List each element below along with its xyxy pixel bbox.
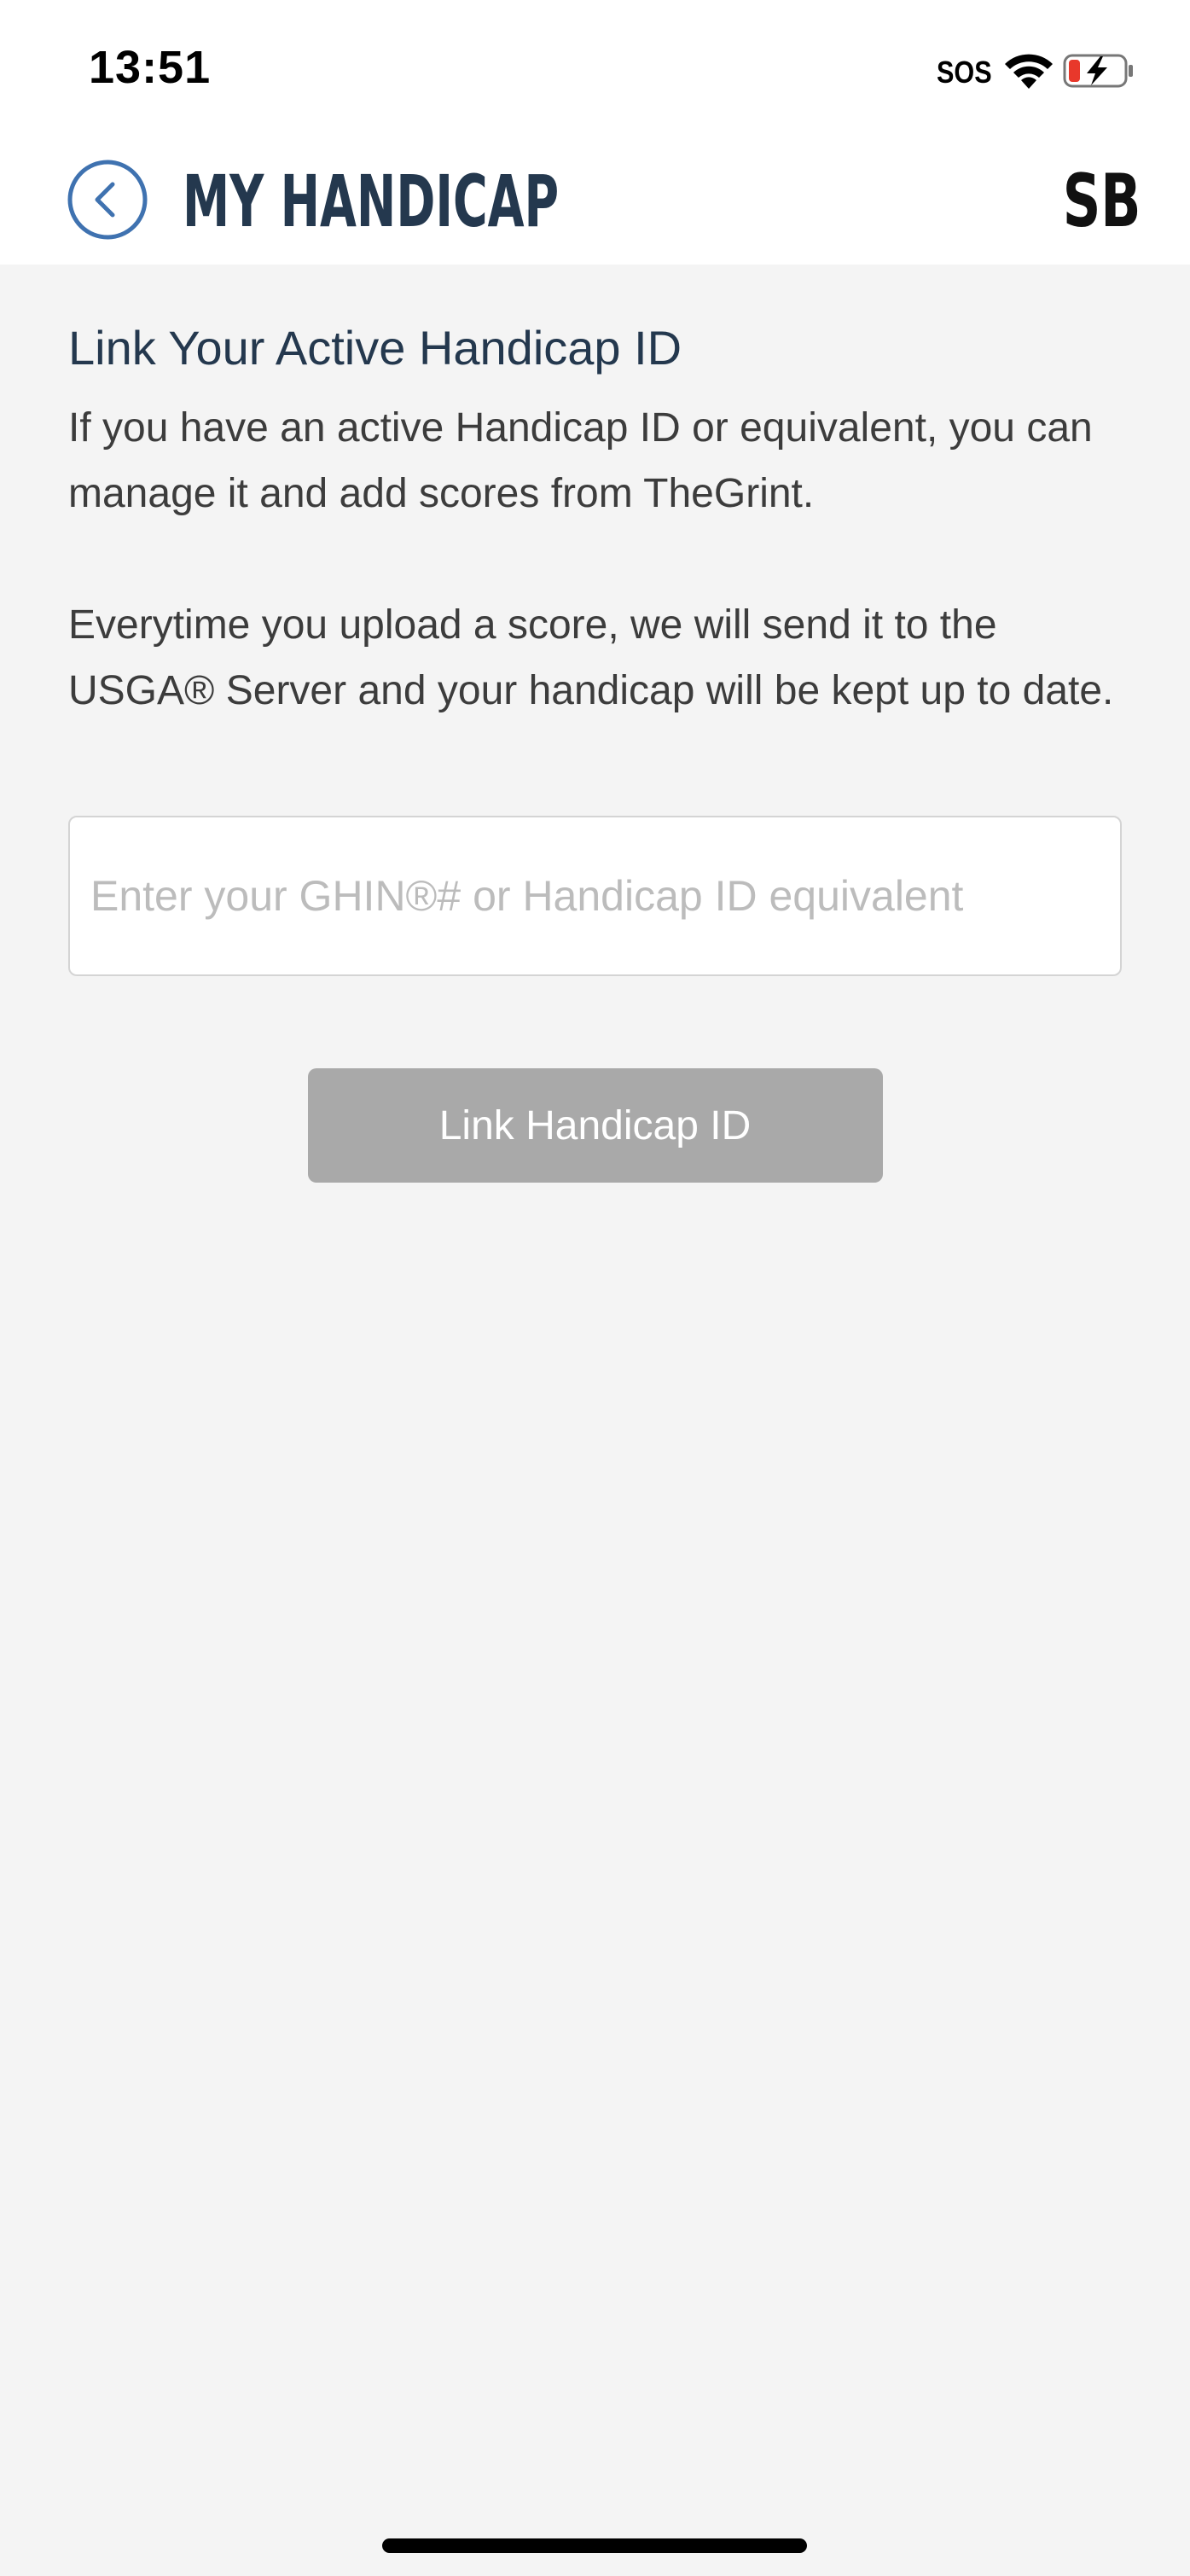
battery-charging-icon (1063, 54, 1133, 88)
description-paragraph-1: If you have an active Handicap ID or equ… (68, 405, 1093, 517)
nav-bar: MY HANDICAP SB (0, 137, 1190, 265)
carrier-label: SOS (937, 55, 992, 90)
back-icon[interactable] (67, 159, 148, 241)
status-bar: 13:51 SOS (0, 0, 1190, 137)
avatar[interactable]: SB (1062, 160, 1141, 242)
home-indicator (382, 2538, 807, 2553)
main-content: Link Your Active Handicap ID If you have… (68, 265, 1122, 1183)
wifi-icon (1005, 54, 1053, 89)
description: If you have an active Handicap ID or equ… (68, 395, 1122, 724)
description-paragraph-2: Everytime you upload a score, we will se… (68, 602, 1114, 714)
link-handicap-id-button[interactable]: Link Handicap ID (307, 1068, 883, 1183)
handicap-id-input[interactable] (68, 816, 1122, 977)
page-title: MY HANDICAP (183, 160, 560, 243)
status-time: 13:51 (89, 42, 212, 93)
section-title: Link Your Active Handicap ID (68, 321, 682, 375)
